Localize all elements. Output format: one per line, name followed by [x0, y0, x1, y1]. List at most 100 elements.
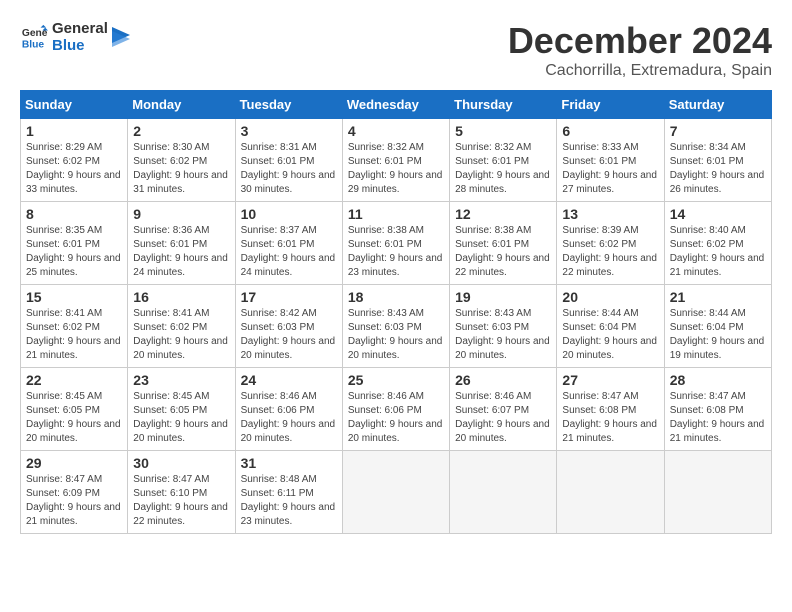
calendar-day-cell: 23 Sunrise: 8:45 AMSunset: 6:05 PMDayligh…: [128, 368, 235, 451]
calendar-day-cell: 12Sunrise: 8:38 AMSunset: 6:01 PMDayligh…: [450, 202, 557, 285]
day-number: 22: [26, 372, 122, 388]
logo-blue: Blue: [52, 37, 108, 54]
day-number: 14: [670, 206, 766, 222]
logo-arrow-icon: [112, 27, 130, 47]
day-info: Sunrise: 8:41 AMSunset: 6:02 PMDaylight:…: [26, 307, 122, 363]
calendar-day-cell: 26Sunrise: 8:46 AMSunset: 6:07 PMDayligh…: [450, 368, 557, 451]
day-number: 7: [670, 123, 766, 139]
col-tuesday: Tuesday: [235, 91, 342, 119]
empty-cell: [450, 451, 557, 534]
col-monday: Monday: [128, 91, 235, 119]
calendar-day-cell: 13 Sunrise: 8:39 AMSunset: 6:02 PMDayligh…: [557, 202, 664, 285]
calendar-day-cell: 16 Sunrise: 8:41 AMSunset: 6:02 PMDayligh…: [128, 285, 235, 368]
day-number: 3: [241, 123, 337, 139]
day-number: 1: [26, 123, 122, 139]
calendar-day-cell: 31Sunrise: 8:48 AMSunset: 6:11 PMDayligh…: [235, 451, 342, 534]
calendar-day-cell: 11 Sunrise: 8:38 AMSunset: 6:01 PMDayligh…: [342, 202, 449, 285]
day-info: Sunrise: 8:43 AMSunset: 6:03 PMDaylight:…: [348, 307, 444, 363]
calendar-day-cell: 22 Sunrise: 8:45 AMSunset: 6:05 PMDayligh…: [21, 368, 128, 451]
day-number: 18: [348, 289, 444, 305]
day-info: Sunrise: 8:38 AMSunset: 6:01 PMDaylight:…: [348, 224, 444, 280]
calendar-day-cell: 18 Sunrise: 8:43 AMSunset: 6:03 PMDayligh…: [342, 285, 449, 368]
day-number: 13: [562, 206, 658, 222]
day-info: Sunrise: 8:47 AMSunset: 6:09 PMDaylight:…: [26, 473, 122, 529]
day-info: Sunrise: 8:33 AMSunset: 6:01 PMDaylight:…: [562, 141, 658, 197]
day-info: Sunrise: 8:30 AMSunset: 6:02 PMDaylight:…: [133, 141, 229, 197]
day-number: 28: [670, 372, 766, 388]
day-info: Sunrise: 8:47 AMSunset: 6:10 PMDaylight:…: [133, 473, 229, 529]
day-number: 12: [455, 206, 551, 222]
logo-icon: General Blue: [20, 23, 48, 51]
calendar-day-cell: 3Sunrise: 8:31 AMSunset: 6:01 PMDaylight…: [235, 119, 342, 202]
calendar-day-cell: 29 Sunrise: 8:47 AMSunset: 6:09 PMDayligh…: [21, 451, 128, 534]
calendar-week-row: 1Sunrise: 8:29 AMSunset: 6:02 PMDaylight…: [21, 119, 772, 202]
calendar-day-cell: 4 Sunrise: 8:32 AMSunset: 6:01 PMDaylight…: [342, 119, 449, 202]
day-info: Sunrise: 8:45 AMSunset: 6:05 PMDaylight:…: [26, 390, 122, 446]
logo: General Blue General Blue: [20, 20, 130, 55]
calendar-day-cell: 9 Sunrise: 8:36 AMSunset: 6:01 PMDaylight…: [128, 202, 235, 285]
calendar-day-cell: 20Sunrise: 8:44 AMSunset: 6:04 PMDayligh…: [557, 285, 664, 368]
calendar-day-cell: 7 Sunrise: 8:34 AMSunset: 6:01 PMDaylight…: [664, 119, 771, 202]
calendar-day-cell: 30 Sunrise: 8:47 AMSunset: 6:10 PMDayligh…: [128, 451, 235, 534]
day-info: Sunrise: 8:35 AMSunset: 6:01 PMDaylight:…: [26, 224, 122, 280]
day-number: 11: [348, 206, 444, 222]
empty-cell: [664, 451, 771, 534]
calendar-day-cell: 28 Sunrise: 8:47 AMSunset: 6:08 PMDayligh…: [664, 368, 771, 451]
day-info: Sunrise: 8:46 AMSunset: 6:06 PMDaylight:…: [348, 390, 444, 446]
empty-cell: [342, 451, 449, 534]
page-header: General Blue General Blue December 2024 …: [20, 20, 772, 80]
day-info: Sunrise: 8:44 AMSunset: 6:04 PMDaylight:…: [670, 307, 766, 363]
empty-cell: [557, 451, 664, 534]
calendar-day-cell: 6 Sunrise: 8:33 AMSunset: 6:01 PMDaylight…: [557, 119, 664, 202]
day-info: Sunrise: 8:41 AMSunset: 6:02 PMDaylight:…: [133, 307, 229, 363]
location-subtitle: Cachorrilla, Extremadura, Spain: [508, 62, 772, 80]
calendar-header-row: Sunday Monday Tuesday Wednesday Thursday…: [21, 91, 772, 119]
day-info: Sunrise: 8:36 AMSunset: 6:01 PMDaylight:…: [133, 224, 229, 280]
calendar-day-cell: 1Sunrise: 8:29 AMSunset: 6:02 PMDaylight…: [21, 119, 128, 202]
calendar-table: Sunday Monday Tuesday Wednesday Thursday…: [20, 90, 772, 534]
month-title: December 2024: [508, 20, 772, 62]
day-info: Sunrise: 8:42 AMSunset: 6:03 PMDaylight:…: [241, 307, 337, 363]
day-number: 21: [670, 289, 766, 305]
day-info: Sunrise: 8:34 AMSunset: 6:01 PMDaylight:…: [670, 141, 766, 197]
day-number: 27: [562, 372, 658, 388]
col-saturday: Saturday: [664, 91, 771, 119]
calendar-day-cell: 25Sunrise: 8:46 AMSunset: 6:06 PMDayligh…: [342, 368, 449, 451]
day-number: 8: [26, 206, 122, 222]
day-number: 31: [241, 455, 337, 471]
day-number: 15: [26, 289, 122, 305]
day-number: 23: [133, 372, 229, 388]
day-number: 17: [241, 289, 337, 305]
col-sunday: Sunday: [21, 91, 128, 119]
calendar-day-cell: 10 Sunrise: 8:37 AMSunset: 6:01 PMDayligh…: [235, 202, 342, 285]
day-number: 29: [26, 455, 122, 471]
day-number: 16: [133, 289, 229, 305]
calendar-day-cell: 17 Sunrise: 8:42 AMSunset: 6:03 PMDayligh…: [235, 285, 342, 368]
day-info: Sunrise: 8:32 AMSunset: 6:01 PMDaylight:…: [348, 141, 444, 197]
day-number: 24: [241, 372, 337, 388]
day-info: Sunrise: 8:40 AMSunset: 6:02 PMDaylight:…: [670, 224, 766, 280]
day-number: 9: [133, 206, 229, 222]
calendar-day-cell: 5Sunrise: 8:32 AMSunset: 6:01 PMDaylight…: [450, 119, 557, 202]
day-info: Sunrise: 8:37 AMSunset: 6:01 PMDaylight:…: [241, 224, 337, 280]
calendar-day-cell: 19Sunrise: 8:43 AMSunset: 6:03 PMDayligh…: [450, 285, 557, 368]
day-info: Sunrise: 8:46 AMSunset: 6:07 PMDaylight:…: [455, 390, 551, 446]
col-friday: Friday: [557, 91, 664, 119]
calendar-day-cell: 24Sunrise: 8:46 AMSunset: 6:06 PMDayligh…: [235, 368, 342, 451]
day-info: Sunrise: 8:47 AMSunset: 6:08 PMDaylight:…: [670, 390, 766, 446]
day-info: Sunrise: 8:45 AMSunset: 6:05 PMDaylight:…: [133, 390, 229, 446]
day-number: 2: [133, 123, 229, 139]
logo-general: General: [52, 20, 108, 37]
calendar-day-cell: 8 Sunrise: 8:35 AMSunset: 6:01 PMDaylight…: [21, 202, 128, 285]
calendar-day-cell: 2 Sunrise: 8:30 AMSunset: 6:02 PMDaylight…: [128, 119, 235, 202]
day-number: 30: [133, 455, 229, 471]
day-number: 20: [562, 289, 658, 305]
day-info: Sunrise: 8:43 AMSunset: 6:03 PMDaylight:…: [455, 307, 551, 363]
title-block: December 2024 Cachorrilla, Extremadura, …: [508, 20, 772, 80]
day-number: 4: [348, 123, 444, 139]
day-info: Sunrise: 8:32 AMSunset: 6:01 PMDaylight:…: [455, 141, 551, 197]
day-number: 6: [562, 123, 658, 139]
day-info: Sunrise: 8:39 AMSunset: 6:02 PMDaylight:…: [562, 224, 658, 280]
day-info: Sunrise: 8:47 AMSunset: 6:08 PMDaylight:…: [562, 390, 658, 446]
day-number: 10: [241, 206, 337, 222]
